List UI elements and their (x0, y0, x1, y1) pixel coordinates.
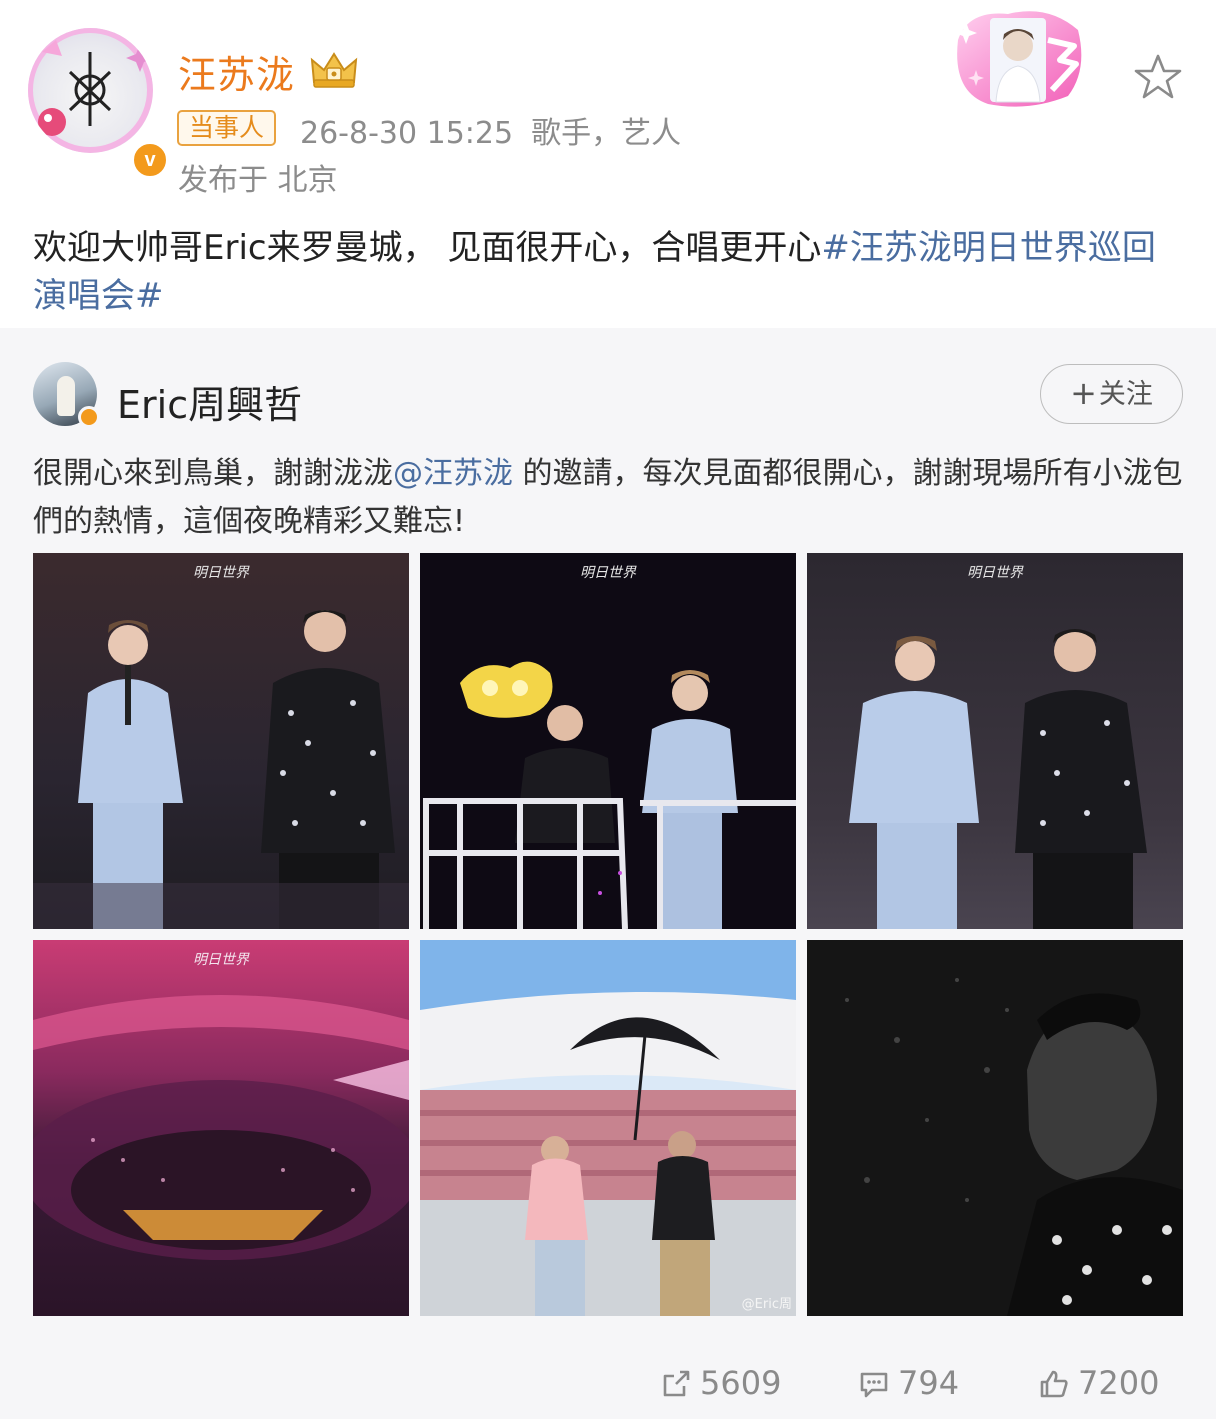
post-text: 欢迎大帅哥Eric来罗曼城， 见面很开心，合唱更开心#汪苏泷明日世界巡回演唱会# (33, 224, 1183, 320)
photo-3[interactable]: 明日世界 (807, 553, 1183, 929)
comment-count: 794 (898, 1364, 960, 1402)
author-role: 歌手，艺人 (531, 116, 682, 151)
svg-text:明日世界: 明日世界 (967, 565, 1024, 581)
star-icon[interactable] (1133, 52, 1183, 102)
plus-icon: + (1070, 374, 1097, 412)
comment-button[interactable]: 794 (858, 1353, 959, 1413)
photo-2[interactable]: 明日世界 (420, 553, 796, 929)
post-card: v 汪苏泷 当事人 26-8-30 15:25 歌手，艺人 发布于 北京 欢迎大帅… (0, 0, 1216, 328)
svg-text:明日世界: 明日世界 (193, 565, 250, 581)
action-bar: 5609 794 7200 (0, 1353, 1216, 1413)
share-button[interactable]: 5609 (660, 1353, 781, 1413)
author-tag-badge: 当事人 (177, 110, 277, 146)
svg-text:明日世界: 明日世界 (193, 952, 250, 968)
photo-1[interactable]: 明日世界 (33, 553, 409, 929)
photo-grid: 明日世界 明日世界 明日世界 明日世界 @Eric周 (33, 553, 1183, 1316)
repost-text: 很開心來到鳥巢，謝謝泷泷@汪苏泷 的邀請，每次見面都很開心，謝謝現場所有小泷包們… (33, 450, 1183, 546)
share-count: 5609 (700, 1364, 782, 1402)
photo-6[interactable] (807, 940, 1183, 1316)
repost-text-before: 很開心來到鳥巢，謝謝泷泷 (33, 456, 393, 491)
share-icon (663, 1370, 690, 1397)
photo-watermark: @Eric周 (742, 1297, 792, 1312)
mention-link[interactable]: @汪苏泷 (393, 456, 513, 491)
comment-icon (860, 1372, 888, 1398)
svg-text:明日世界: 明日世界 (580, 565, 637, 581)
repost-author-name[interactable]: Eric周興哲 (117, 374, 302, 429)
repost-card[interactable]: Eric周興哲 +关注 很開心來到鳥巢，謝謝泷泷@汪苏泷 的邀請，每次見面都很開… (0, 328, 1216, 1419)
photo-5[interactable]: @Eric周 (420, 940, 796, 1316)
follow-label: 关注 (1098, 379, 1153, 410)
photo-4[interactable]: 明日世界 (33, 940, 409, 1316)
like-count: 7200 (1078, 1364, 1160, 1402)
post-text-body: 欢迎大帅哥Eric来罗曼城， 见面很开心，合唱更开心 (33, 228, 822, 268)
avatar-image (28, 28, 153, 153)
post-meta: 26-8-30 15:25 歌手，艺人 (300, 108, 681, 152)
fan-badge-card[interactable] (948, 0, 1088, 112)
follow-button[interactable]: +关注 (1040, 364, 1183, 424)
author-name[interactable]: 汪苏泷 (178, 44, 295, 99)
crown-icon (310, 52, 358, 88)
author-avatar[interactable]: v (28, 28, 170, 180)
like-button[interactable]: 7200 (1038, 1353, 1159, 1413)
repost-verified-icon (78, 406, 100, 428)
verified-icon: v (130, 140, 170, 180)
like-icon (1040, 1370, 1068, 1398)
post-location: 发布于 北京 (178, 163, 338, 198)
post-time: 26-8-30 15:25 (300, 116, 514, 151)
